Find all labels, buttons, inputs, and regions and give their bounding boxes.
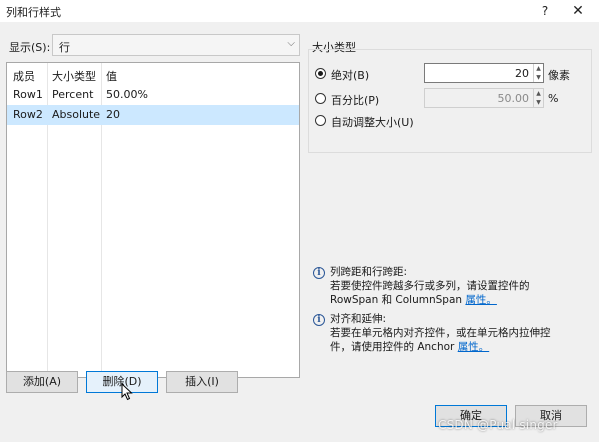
show-select[interactable]: 行 ⌵ bbox=[52, 34, 300, 56]
absolute-unit: 像素 bbox=[548, 69, 570, 82]
header-size-type: 大小类型 bbox=[52, 70, 96, 83]
spinner-icon[interactable]: ▲ ▼ bbox=[533, 64, 543, 82]
absolute-radio-label[interactable]: 绝对(B) bbox=[331, 67, 369, 83]
percent-unit: % bbox=[548, 92, 559, 105]
help-button[interactable]: ? bbox=[532, 1, 558, 21]
span-info-text: 列跨距和行跨距: 若要使控件跨越多行或多列，请设置控件的 RowSpan 和 C… bbox=[330, 265, 585, 307]
cell-size-type: Percent bbox=[52, 88, 94, 101]
header-value: 值 bbox=[106, 70, 117, 83]
span-info-line1: 若要使控件跨越多行或多列，请设置控件的 bbox=[330, 280, 530, 292]
align-info-title: 对齐和延伸: bbox=[330, 313, 387, 325]
title-bar: 列和行样式 ? ✕ bbox=[0, 0, 599, 22]
span-info-title: 列跨距和行跨距: bbox=[330, 266, 408, 278]
info-icon: i bbox=[313, 267, 325, 279]
show-select-value: 行 bbox=[59, 41, 70, 54]
header-member: 成员 bbox=[13, 70, 35, 83]
rows-grid[interactable]: 成员 大小类型 值 Row1 Percent 50.00% Row2 Absol… bbox=[6, 62, 300, 378]
table-row-selected[interactable]: Row2 Absolute 20 bbox=[7, 105, 299, 125]
watermark: CSDN @Pual singer bbox=[438, 418, 558, 432]
mouse-pointer-icon bbox=[121, 383, 133, 401]
cell-size-type: Absolute bbox=[52, 108, 101, 121]
window-title: 列和行样式 bbox=[6, 6, 61, 19]
cell-value: 20 bbox=[106, 108, 120, 121]
span-info-line2: RowSpan 和 ColumnSpan 属性。 bbox=[330, 294, 497, 306]
spinner-icon[interactable]: ▲ ▼ bbox=[533, 89, 543, 107]
show-label: 显示(S): bbox=[9, 41, 51, 54]
align-info-line2: 件，请使用控件的 Anchor 属性。 bbox=[330, 341, 490, 353]
cell-member: Row1 bbox=[13, 88, 43, 101]
table-row[interactable]: Row1 Percent 50.00% bbox=[7, 85, 299, 105]
percent-radio[interactable] bbox=[315, 93, 326, 104]
percent-value: 50.00 bbox=[497, 92, 530, 105]
chevron-down-icon: ⌵ bbox=[287, 38, 295, 49]
cell-member: Row2 bbox=[13, 108, 43, 121]
auto-size-radio[interactable] bbox=[315, 115, 326, 126]
info-icon: i bbox=[313, 314, 325, 326]
auto-size-radio-label[interactable]: 自动调整大小(U) bbox=[331, 114, 414, 130]
grid-header: 成员 大小类型 值 bbox=[7, 65, 299, 85]
percent-value-input[interactable]: 50.00 ▲ ▼ bbox=[424, 88, 544, 108]
percent-radio-label[interactable]: 百分比(P) bbox=[331, 92, 379, 108]
insert-button[interactable]: 插入(I) bbox=[166, 371, 238, 393]
cell-value: 50.00% bbox=[106, 88, 148, 101]
absolute-radio[interactable] bbox=[315, 68, 326, 79]
align-info-line1: 若要在单元格内对齐控件，或在单元格内拉伸控 bbox=[330, 327, 551, 339]
dialog-body: 显示(S): 行 ⌵ 成员 大小类型 值 Row1 Percent 50.00%… bbox=[0, 22, 599, 442]
properties-link[interactable]: 属性。 bbox=[465, 294, 497, 306]
properties-link[interactable]: 属性。 bbox=[458, 341, 490, 353]
absolute-value: 20 bbox=[515, 67, 529, 80]
align-info-text: 对齐和延伸: 若要在单元格内对齐控件，或在单元格内拉伸控 件，请使用控件的 An… bbox=[330, 312, 585, 354]
close-button[interactable]: ✕ bbox=[565, 1, 591, 21]
add-button[interactable]: 添加(A) bbox=[6, 371, 78, 393]
absolute-value-input[interactable]: 20 ▲ ▼ bbox=[424, 63, 544, 83]
